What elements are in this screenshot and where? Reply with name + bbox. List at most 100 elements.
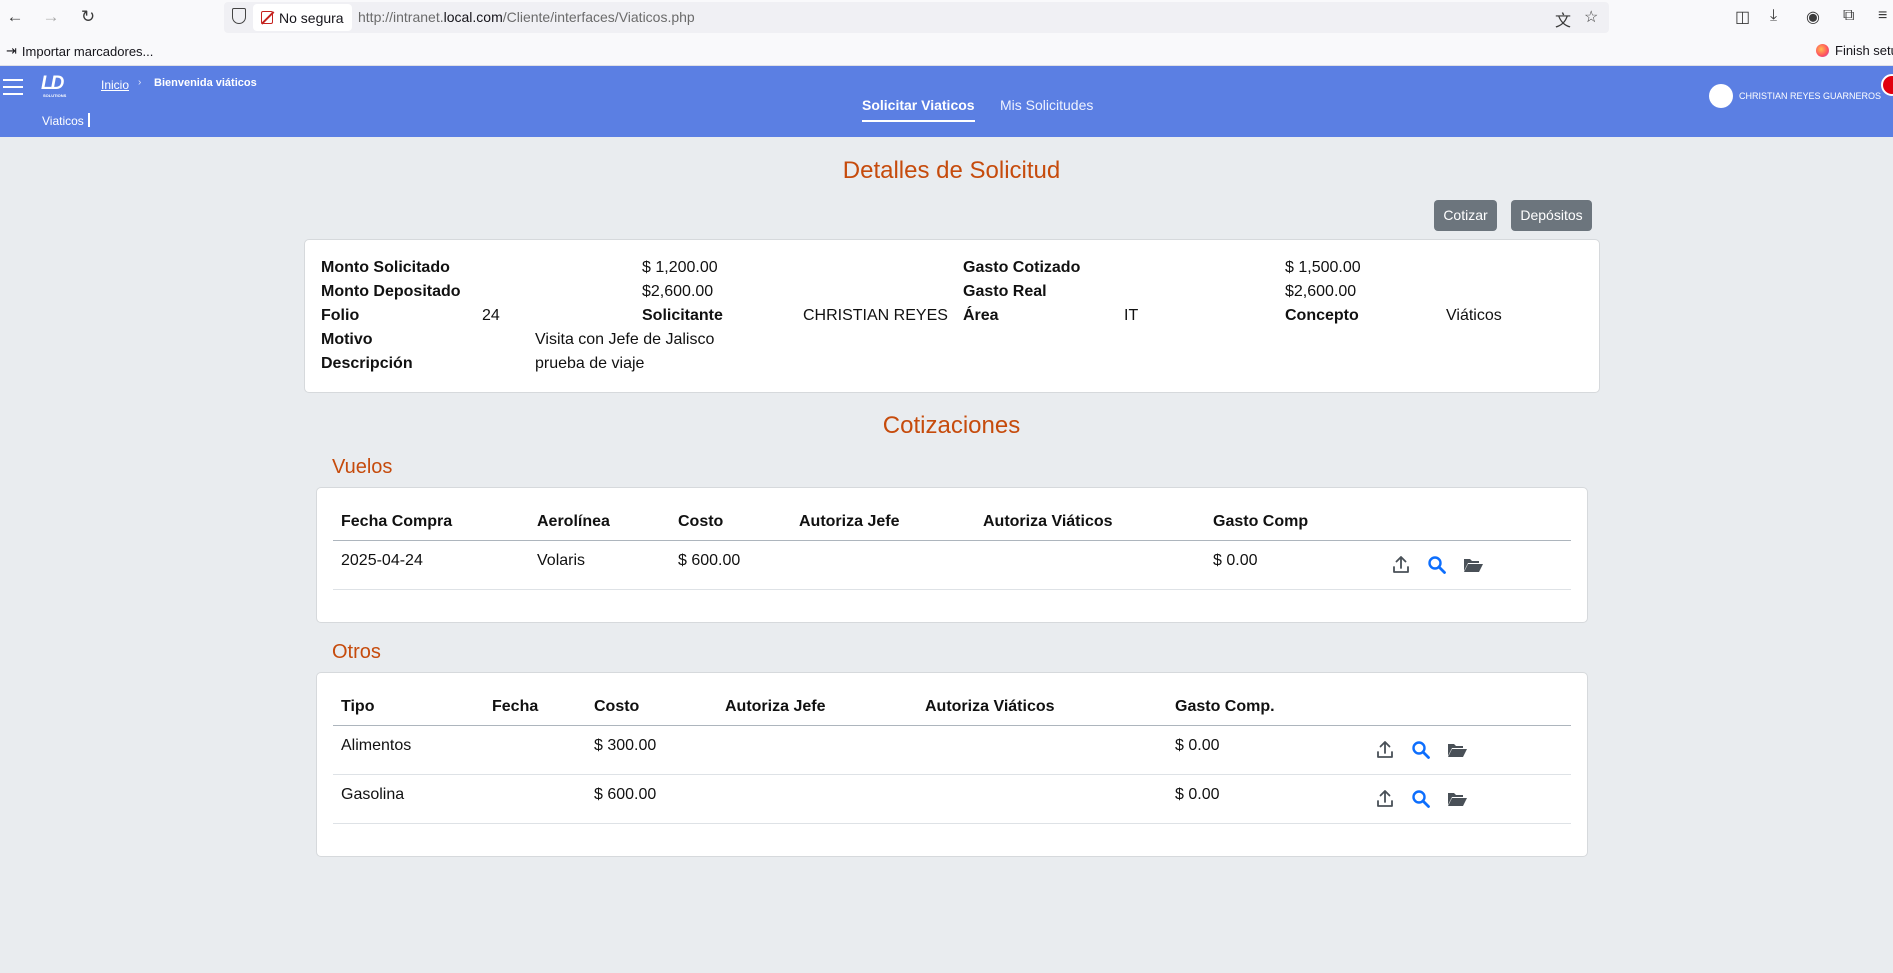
vuelos-cell-fecha: 2025-04-24 (341, 552, 423, 569)
vuelos-header-aerolinea: Aerolínea (537, 513, 610, 530)
gasto-cotizado-value: $ 1,500.00 (1285, 259, 1361, 276)
folio-label: Folio (321, 307, 360, 324)
url-prefix: http://intranet. (358, 9, 444, 25)
gasto-real-value: $2,600.00 (1285, 283, 1357, 300)
motivo-value: Visita con Jefe de Jalisco (535, 331, 715, 348)
vuelos-cell-costo: $ 600.00 (678, 552, 741, 569)
descripcion-value: prueba de viaje (535, 355, 645, 372)
otros-header-autoriza-jefe: Autoriza Jefe (725, 698, 826, 715)
logo-text: LD (41, 73, 64, 94)
upload-icon[interactable] (1374, 739, 1396, 761)
account-icon[interactable]: ◉ (1806, 7, 1820, 27)
user-name[interactable]: CHRISTIAN REYES GUARNEROS (1739, 91, 1881, 101)
download-icon[interactable]: ⤓ (1770, 7, 1777, 25)
page-title: Detalles de Solicitud (842, 157, 1061, 184)
breadcrumb-current: Bienvenida viáticos (154, 77, 257, 89)
gasto-cotizado-label: Gasto Cotizado (963, 259, 1081, 276)
otros-header-autoriza-viaticos: Autoriza Viáticos (925, 698, 1055, 715)
vuelos-header-autoriza-viaticos: Autoriza Viáticos (983, 513, 1113, 530)
menu-icon[interactable]: ≡ (1878, 7, 1887, 25)
firefox-icon (1816, 44, 1829, 57)
otros-cell-gasto: $ 0.00 (1175, 737, 1220, 754)
otros-header-tipo: Tipo (341, 698, 375, 715)
otros-cell-tipo: Gasolina (341, 786, 405, 803)
shield-icon[interactable] (232, 8, 246, 24)
logo-subtext: SOLUTIONS (43, 93, 67, 98)
translate-icon[interactable]: 文 (1555, 7, 1571, 31)
search-icon[interactable] (1410, 739, 1432, 761)
monto-solicitado-label: Monto Solicitado (321, 259, 450, 276)
finish-setup-link[interactable]: Finish setup (1816, 43, 1893, 58)
tab-solicitar-viaticos[interactable]: Solicitar Viaticos (862, 97, 975, 122)
folder-open-icon[interactable] (1446, 788, 1468, 810)
browser-toolbar: ← → ↻ No segura http://intranet.local.co… (0, 0, 1893, 35)
motivo-label: Motivo (321, 331, 373, 348)
hamburger-menu-icon[interactable] (3, 79, 23, 95)
otros-cell-tipo: Alimentos (341, 737, 412, 754)
user-avatar[interactable] (1709, 84, 1733, 108)
folder-open-icon[interactable] (1462, 554, 1484, 576)
folder-open-icon[interactable] (1446, 739, 1468, 761)
solicitante-label: Solicitante (642, 307, 723, 324)
security-label: No segura (279, 9, 344, 26)
url-domain: local.com (443, 9, 503, 25)
monto-depositado-label: Monto Depositado (321, 283, 461, 300)
import-icon: ⇥ (6, 43, 17, 58)
notification-badge[interactable] (1881, 74, 1893, 96)
cotizar-button[interactable]: Cotizar (1434, 200, 1497, 231)
otros-cell-costo: $ 300.00 (594, 737, 657, 754)
area-label: Área (963, 307, 999, 324)
import-bookmarks-label: Importar marcadores... (21, 43, 154, 59)
search-icon[interactable] (1410, 788, 1432, 810)
descripcion-label: Descripción (321, 355, 413, 372)
security-indicator[interactable]: No segura (253, 4, 352, 31)
bookmarks-bar: ⇥ Importar marcadores... Finish setup (0, 35, 1893, 66)
upload-icon[interactable] (1374, 788, 1396, 810)
url-path: /Cliente/interfaces/Viaticos.php (502, 9, 695, 25)
otros-header-divider (333, 725, 1571, 726)
upload-icon[interactable] (1390, 554, 1412, 576)
reload-icon[interactable]: ↻ (77, 6, 99, 28)
section-subtitle: Viaticos (42, 113, 90, 128)
vuelos-header-costo: Costo (678, 513, 724, 530)
import-bookmarks-link[interactable]: ⇥ Importar marcadores... (6, 43, 153, 59)
extensions-icon[interactable]: ⧉ (1843, 7, 1854, 25)
vuelos-header-divider (333, 540, 1571, 541)
otros-cell-costo: $ 600.00 (594, 786, 657, 803)
pocket-icon[interactable]: ◫ (1735, 7, 1750, 27)
company-logo[interactable]: LD SOLUTIONS (41, 73, 69, 99)
vuelos-header-fecha: Fecha Compra (341, 513, 453, 530)
forward-icon[interactable]: → (40, 6, 62, 28)
breadcrumb-home-link[interactable]: Inicio (101, 78, 129, 92)
concepto-value: Viáticos (1446, 307, 1502, 324)
area-value: IT (1124, 307, 1139, 324)
monto-solicitado-value: $ 1,200.00 (642, 259, 718, 276)
tab-mis-solicitudes[interactable]: Mis Solicitudes (1000, 97, 1093, 120)
folio-value: 24 (482, 307, 500, 324)
cotizaciones-title: Cotizaciones (882, 412, 1021, 439)
otros-cell-gasto: $ 0.00 (1175, 786, 1220, 803)
otros-title: Otros (332, 641, 381, 663)
breadcrumb-separator-icon: › (138, 77, 142, 88)
otros-header-fecha: Fecha (492, 698, 539, 715)
search-icon[interactable] (1426, 554, 1448, 576)
otros-row-divider (333, 823, 1571, 824)
vuelos-cell-aerolinea: Volaris (537, 552, 586, 569)
solicitante-value: CHRISTIAN REYES (803, 307, 948, 324)
insecure-lock-icon (261, 11, 273, 24)
otros-row-divider (333, 774, 1571, 775)
vuelos-cell-gasto: $ 0.00 (1213, 552, 1258, 569)
concepto-label: Concepto (1285, 307, 1359, 324)
gasto-real-label: Gasto Real (963, 283, 1047, 300)
monto-depositado-value: $2,600.00 (642, 283, 714, 300)
back-icon[interactable]: ← (4, 6, 26, 28)
vuelos-header-autoriza-jefe: Autoriza Jefe (799, 513, 900, 530)
otros-header-costo: Costo (594, 698, 640, 715)
otros-header-gasto-comp: Gasto Comp. (1175, 698, 1275, 715)
vuelos-header-gasto-comp: Gasto Comp (1213, 513, 1309, 530)
bookmark-star-icon[interactable]: ☆ (1584, 7, 1598, 27)
url-text[interactable]: http://intranet.local.com/Cliente/interf… (358, 9, 695, 25)
depositos-button[interactable]: Depósitos (1511, 200, 1592, 231)
vuelos-row-divider (333, 589, 1571, 590)
vuelos-title: Vuelos (332, 456, 393, 478)
